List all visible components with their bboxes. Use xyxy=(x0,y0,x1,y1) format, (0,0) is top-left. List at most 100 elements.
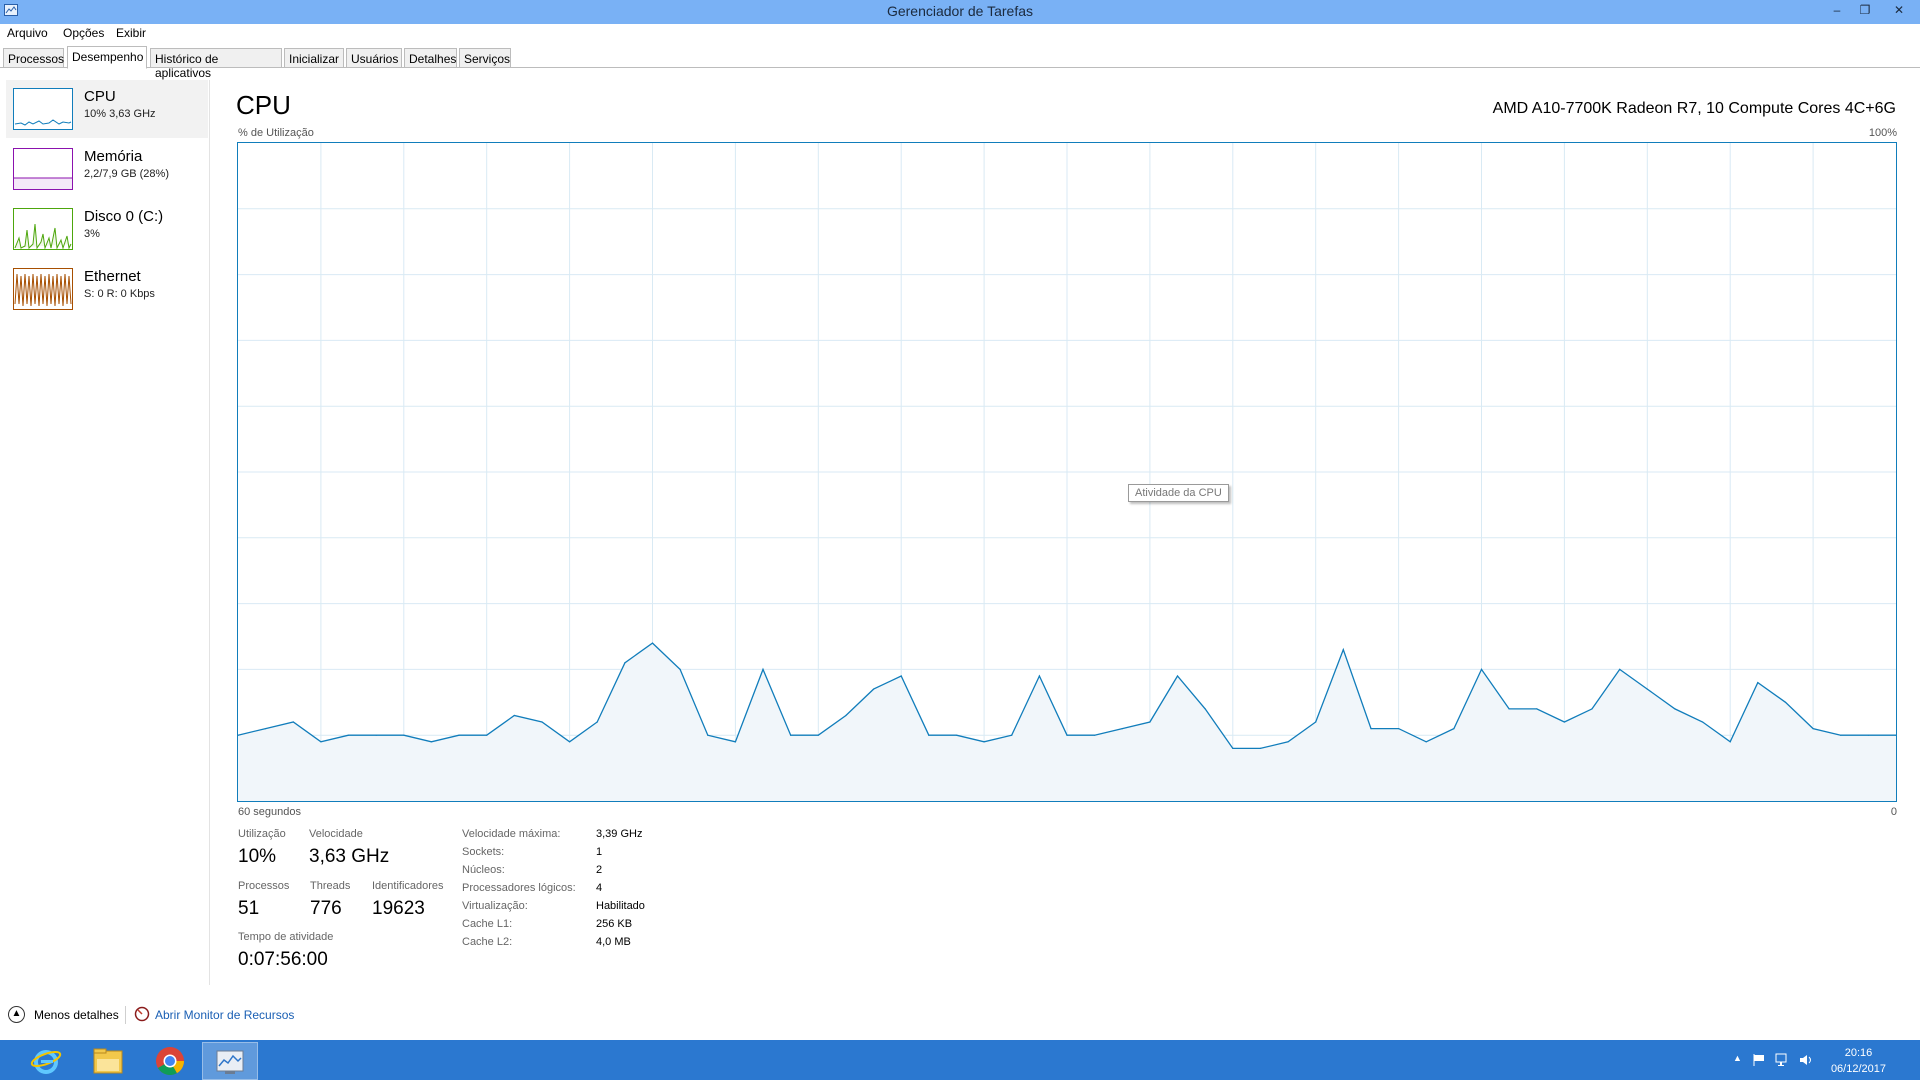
tab-historico[interactable]: Histórico de aplicativos xyxy=(150,48,282,80)
cpu-thumbnail-graph xyxy=(13,88,73,130)
spec-value: 2 xyxy=(596,864,603,876)
cpu-data-point xyxy=(790,734,792,736)
cpu-data-point xyxy=(1176,675,1179,677)
menu-exibir[interactable]: Exibir xyxy=(116,26,146,40)
cpu-data-point xyxy=(430,741,432,743)
tab-inicializar[interactable]: Inicializar xyxy=(284,48,344,68)
tab-detalhes[interactable]: Detalhes xyxy=(404,48,457,68)
cpu-data-point xyxy=(762,668,764,671)
threads-label: Threads xyxy=(310,880,351,892)
spec-value: 1 xyxy=(596,846,603,858)
cpu-data-point xyxy=(486,734,488,736)
cpu-data-point xyxy=(458,734,460,736)
taskbar: ▲ 20:16 06/12/2017 xyxy=(0,1040,1920,1080)
spec-label: Cache L1: xyxy=(462,918,513,930)
cpu-data-point xyxy=(1729,741,1731,743)
cpu-data-point xyxy=(1066,734,1068,736)
cpu-data-point xyxy=(1563,721,1565,723)
handles-value: 19623 xyxy=(372,898,425,919)
threads-value: 776 xyxy=(310,898,342,919)
sidebar-item-subtitle: 10% 3,63 GHz xyxy=(84,108,156,120)
chrome-icon[interactable] xyxy=(142,1042,198,1080)
tab-usuarios[interactable]: Usuários xyxy=(346,48,402,68)
cpu-data-point xyxy=(347,734,350,736)
cpu-data-point xyxy=(900,675,902,677)
tab-servicos[interactable]: Serviços xyxy=(459,48,511,68)
title-bar: Gerenciador de Tarefas – ❐ ✕ xyxy=(0,0,1920,24)
volume-icon[interactable] xyxy=(1799,1053,1815,1070)
cpu-data-point xyxy=(1398,728,1400,730)
spec-label: Virtualização: xyxy=(462,900,528,912)
spec-value: 256 KB xyxy=(596,918,633,930)
y-axis-label: % de Utilização xyxy=(238,127,314,139)
cpu-data-point xyxy=(1674,708,1676,710)
resource-monitor-icon[interactable] xyxy=(134,1006,150,1022)
ethernet-thumbnail-graph xyxy=(13,268,73,310)
menu-opcoes[interactable]: Opções xyxy=(63,26,104,40)
cpu-data-point xyxy=(1840,734,1842,736)
disk-thumbnail-graph xyxy=(13,208,73,250)
cpu-data-point xyxy=(1536,708,1538,710)
cpu-data-point xyxy=(265,728,267,730)
cpu-data-point xyxy=(1094,734,1096,736)
sidebar-item-subtitle: 2,2/7,9 GB (28%) xyxy=(84,168,169,180)
file-explorer-icon[interactable] xyxy=(80,1042,136,1080)
sidebar-item-cpu[interactable]: CPU 10% 3,63 GHz xyxy=(6,80,208,138)
chevron-up-icon[interactable]: ▲ xyxy=(8,1006,25,1023)
sidebar-item-memoria[interactable]: Memória 2,2/7,9 GB (28%) xyxy=(6,140,208,198)
clock-time: 20:16 xyxy=(1844,1047,1873,1059)
cpu-data-point xyxy=(541,721,543,723)
cpu-data-point xyxy=(873,688,875,690)
cpu-data-point xyxy=(1204,708,1206,710)
menu-arquivo[interactable]: Arquivo xyxy=(7,26,48,40)
cpu-data-point xyxy=(1011,734,1013,736)
resource-sidebar: CPU 10% 3,63 GHz Memória 2,2/7,9 GB (28%… xyxy=(0,80,210,985)
cpu-data-point xyxy=(513,714,515,717)
flag-icon[interactable] xyxy=(1752,1053,1766,1070)
task-manager-icon[interactable] xyxy=(202,1042,258,1080)
cpu-data-point xyxy=(707,734,709,736)
cpu-data-point xyxy=(292,721,294,723)
sidebar-item-title: Ethernet xyxy=(84,268,141,285)
cpu-data-point xyxy=(1702,721,1704,723)
tab-processos[interactable]: Processos xyxy=(3,48,64,68)
cpu-data-point xyxy=(624,662,626,664)
cpu-data-point xyxy=(679,668,681,671)
cpu-utilization-graph[interactable] xyxy=(237,142,1897,802)
tab-desempenho[interactable]: Desempenho xyxy=(67,46,147,69)
cpu-data-point xyxy=(955,734,958,736)
fewer-details-link[interactable]: Menos detalhes xyxy=(34,1008,119,1022)
menu-bar: Arquivo Opções Exibir xyxy=(0,24,1920,44)
sidebar-item-disco[interactable]: Disco 0 (C:) 3% xyxy=(6,200,208,258)
restore-button[interactable]: ❐ xyxy=(1851,0,1879,22)
close-button[interactable]: ✕ xyxy=(1881,0,1917,22)
open-resource-monitor-link[interactable]: Abrir Monitor de Recursos xyxy=(155,1008,294,1022)
memory-thumbnail-graph xyxy=(13,148,73,190)
cpu-data-point xyxy=(1425,741,1427,743)
cpu-data-point xyxy=(1591,708,1593,710)
cpu-data-point xyxy=(1259,747,1261,750)
sidebar-item-title: Memória xyxy=(84,148,143,165)
cpu-data-point xyxy=(320,741,322,743)
spec-value: Habilitado xyxy=(596,900,645,912)
cpu-data-point xyxy=(1287,741,1289,743)
cpu-data-point xyxy=(1812,728,1814,730)
sidebar-item-ethernet[interactable]: Ethernet S: 0 R: 0 Kbps xyxy=(6,260,208,318)
footer-bar: ▲ Menos detalhes Abrir Monitor de Recurs… xyxy=(0,1004,1920,1028)
cpu-data-point xyxy=(651,642,654,644)
cpu-data-point xyxy=(1453,728,1455,730)
tray-chevron-icon[interactable]: ▲ xyxy=(1733,1053,1742,1063)
sidebar-item-title: CPU xyxy=(84,88,116,105)
x-axis-right-label: 0 xyxy=(1890,806,1897,818)
speed-value: 3,63 GHz xyxy=(309,846,390,867)
cpu-data-point xyxy=(1480,668,1483,671)
cpu-data-point xyxy=(928,734,930,736)
internet-explorer-icon[interactable] xyxy=(18,1042,74,1080)
cpu-data-point xyxy=(1232,747,1234,750)
system-clock[interactable]: 20:16 06/12/2017 xyxy=(1831,1045,1886,1077)
network-icon[interactable] xyxy=(1775,1053,1791,1070)
window-title: Gerenciador de Tarefas xyxy=(886,3,1034,19)
cpu-data-point xyxy=(1867,734,1869,736)
cpu-data-point xyxy=(1342,649,1344,651)
minimize-button[interactable]: – xyxy=(1823,0,1851,22)
